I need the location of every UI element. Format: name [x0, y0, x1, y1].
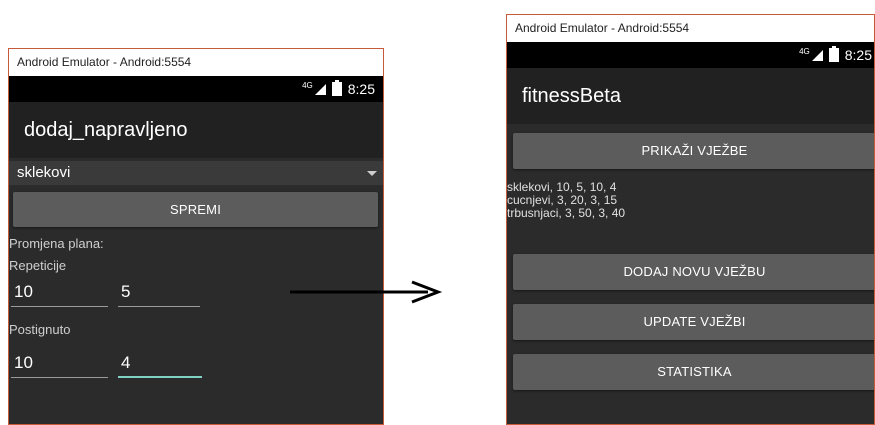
achieved-field-1[interactable]: 10	[11, 352, 108, 378]
battery-icon	[828, 46, 839, 62]
page-title: fitnessBeta	[522, 85, 621, 107]
network-type: 4G	[302, 80, 313, 90]
right-action-bar: fitnessBeta	[507, 68, 874, 124]
left-status-bar: 4G 8:25	[9, 76, 383, 102]
status-clock: 8:25	[844, 47, 872, 63]
left-device-screen: 4G 8:25 dodaj_napravljeno sklekovi SPREM…	[9, 76, 383, 424]
right-emulator-window: Android Emulator - Android:5554 4G 8:25 …	[506, 14, 875, 425]
save-button[interactable]: SPREMI	[13, 192, 378, 227]
plan-change-label: Promjena plana:	[9, 236, 104, 251]
add-workout-button[interactable]: DODAJ NOVU VJEŽBU	[513, 254, 874, 290]
dropdown-arrow-icon	[367, 171, 377, 176]
statistics-button[interactable]: STATISTIKA	[513, 354, 874, 390]
show-workouts-button[interactable]: PRIKAŽI VJEŽBE	[513, 133, 874, 169]
field-underline-focused	[118, 376, 202, 378]
left-emulator-window: Android Emulator - Android:5554 4G 8:25 …	[8, 48, 384, 425]
reps-field-1-value: 10	[14, 282, 33, 301]
right-window-title: Android Emulator - Android:5554	[507, 15, 874, 41]
signal-icon	[811, 49, 823, 61]
field-underline	[118, 306, 200, 307]
achieved-field-2-value: 4	[121, 353, 131, 372]
spinner-selected-value: sklekovi	[17, 164, 71, 181]
signal-icon	[314, 83, 326, 95]
achieved-field-2[interactable]: 4	[118, 352, 202, 378]
left-action-bar: dodaj_napravljeno	[9, 102, 383, 158]
workout-list: sklekovi, 10, 5, 10, 4 cucnjevi, 3, 20, …	[507, 181, 625, 220]
status-clock: 8:25	[347, 81, 375, 97]
reps-field-1[interactable]: 10	[11, 281, 108, 307]
reps-field-2-value: 5	[121, 282, 131, 301]
field-underline	[11, 377, 108, 378]
achieved-field-1-value: 10	[14, 353, 33, 372]
list-item: trbusnjaci, 3, 50, 3, 40	[507, 206, 626, 220]
battery-icon	[331, 80, 342, 96]
right-device-screen: 4G 8:25 fitnessBeta PRIKAŽI VJEŽBE sklek…	[507, 42, 874, 424]
reps-label: Repeticije	[9, 258, 67, 273]
achieved-label: Postignuto	[9, 322, 71, 337]
transition-arrow	[290, 280, 443, 304]
left-window-title: Android Emulator - Android:5554	[9, 49, 383, 75]
network-type: 4G	[799, 46, 810, 56]
right-status-bar: 4G 8:25	[507, 42, 874, 68]
field-underline	[11, 306, 108, 307]
reps-field-2[interactable]: 5	[118, 281, 200, 307]
exercise-spinner[interactable]: sklekovi	[9, 161, 383, 185]
update-workouts-button[interactable]: UPDATE VJEŽBI	[513, 304, 874, 340]
page-title: dodaj_napravljeno	[24, 119, 188, 141]
